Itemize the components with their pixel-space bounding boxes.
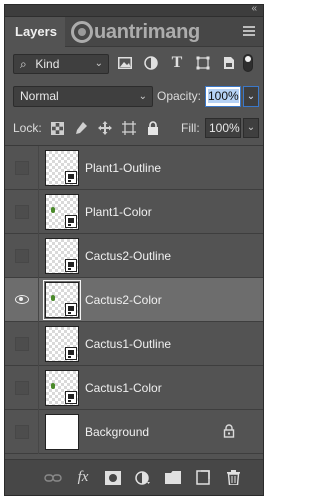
visibility-toggle[interactable]: [15, 425, 29, 439]
new-group-folder-icon[interactable]: [163, 468, 183, 488]
layer-row[interactable]: Background: [5, 410, 263, 454]
add-mask-icon[interactable]: [103, 468, 123, 488]
layer-row-selected[interactable]: Cactus2-Color: [5, 278, 263, 322]
layer-name[interactable]: Cactus2-Color: [85, 278, 162, 322]
lock-image-pixels-icon[interactable]: [71, 118, 91, 138]
lock-position-icon[interactable]: [95, 118, 115, 138]
lock-label: Lock:: [13, 121, 42, 135]
lock-transparent-pixels-icon[interactable]: [47, 118, 67, 138]
visibility-toggle[interactable]: [15, 337, 29, 351]
watermark-text: uantrimang: [94, 20, 200, 43]
blend-mode-select[interactable]: Normal ⌄: [13, 86, 153, 107]
layer-row[interactable]: Plant1-Outline: [5, 146, 263, 190]
layers-list: Plant1-Outline Plant1-Color Cactus2-Outl…: [5, 145, 263, 457]
watermark-q-icon: [71, 21, 93, 43]
layer-row[interactable]: Plant1-Color: [5, 190, 263, 234]
shape-layer-filter-icon[interactable]: [193, 53, 213, 73]
tab-layers[interactable]: Layers: [5, 17, 65, 47]
layer-name[interactable]: Cactus2-Outline: [85, 234, 171, 278]
layer-thumbnail[interactable]: [43, 280, 81, 320]
layer-thumbnail[interactable]: [45, 414, 79, 450]
smart-object-badge-icon: [65, 215, 77, 228]
layer-thumbnail[interactable]: [45, 326, 79, 362]
lock-row: Lock: Fill: 100% ⌄: [5, 113, 263, 145]
new-layer-icon[interactable]: [193, 468, 213, 488]
layer-thumbnail[interactable]: [45, 194, 79, 230]
blend-mode-value: Normal: [20, 89, 59, 103]
pixel-layer-filter-icon[interactable]: [115, 53, 135, 73]
panel-tab-row: Layers uantrimang: [5, 17, 263, 47]
visibility-toggle[interactable]: [15, 161, 29, 175]
adjustment-layer-filter-icon[interactable]: [141, 53, 161, 73]
smart-object-badge-icon: [65, 303, 77, 316]
blend-row: Normal ⌄ Opacity: 100% ⌄: [5, 81, 263, 113]
panel-menu-icon[interactable]: [243, 26, 255, 38]
delete-layer-icon[interactable]: [223, 468, 243, 488]
layer-row[interactable]: Cactus2-Outline: [5, 234, 263, 278]
search-icon: ⌕: [20, 57, 27, 71]
layers-panel: « Layers uantrimang ⌕ Kind ⌄ T Normal ⌄ …: [4, 3, 264, 496]
layer-row[interactable]: Cactus1-Outline: [5, 322, 263, 366]
lock-all-icon[interactable]: [143, 118, 163, 138]
filter-row: ⌕ Kind ⌄ T: [5, 47, 263, 81]
filter-toggle-switch[interactable]: [243, 54, 253, 72]
lock-artboard-icon[interactable]: [119, 118, 139, 138]
fill-slider-button[interactable]: ⌄: [243, 118, 259, 138]
layer-style-fx-button[interactable]: fx: [73, 468, 93, 488]
layer-name[interactable]: Plant1-Color: [85, 190, 152, 234]
smart-object-badge-icon: [65, 259, 77, 272]
chevron-down-icon: ⌄: [94, 58, 103, 69]
lock-icon: [223, 424, 237, 438]
collapse-panel-icon[interactable]: «: [251, 3, 257, 14]
kind-filter-select[interactable]: ⌕ Kind ⌄: [13, 54, 109, 74]
layer-thumbnail[interactable]: [45, 370, 79, 406]
layer-name[interactable]: Cactus1-Color: [85, 366, 162, 410]
panel-titlebar: «: [5, 3, 263, 17]
layers-bottom-toolbar: fx: [5, 459, 263, 495]
filter-icons: T: [115, 53, 239, 73]
type-layer-filter-icon[interactable]: T: [167, 53, 187, 73]
smart-object-filter-icon[interactable]: [219, 53, 239, 73]
visibility-toggle[interactable]: [15, 381, 29, 395]
layer-name[interactable]: Background: [85, 410, 149, 454]
watermark-logo: uantrimang: [71, 20, 200, 44]
opacity-value: 100%: [208, 89, 239, 103]
layer-name[interactable]: Cactus1-Outline: [85, 322, 171, 366]
opacity-slider-button[interactable]: ⌄: [243, 86, 259, 107]
opacity-label: Opacity:: [157, 89, 202, 103]
chevron-down-icon: ⌄: [138, 91, 147, 102]
kind-filter-label: Kind: [35, 57, 60, 71]
visibility-toggle[interactable]: [15, 205, 29, 219]
layer-thumbnail[interactable]: [45, 150, 79, 186]
fill-input[interactable]: 100%: [205, 118, 241, 138]
smart-object-badge-icon: [65, 171, 77, 184]
layer-name[interactable]: Plant1-Outline: [85, 146, 161, 190]
layer-thumbnail[interactable]: [45, 238, 79, 274]
new-adjustment-layer-icon[interactable]: [133, 468, 153, 488]
smart-object-badge-icon: [65, 391, 77, 404]
visibility-toggle[interactable]: [15, 293, 29, 307]
opacity-input[interactable]: 100%: [205, 86, 241, 107]
lock-icons: [47, 118, 163, 138]
fill-label: Fill:: [181, 121, 200, 135]
link-layers-icon[interactable]: [43, 468, 63, 488]
smart-object-badge-icon: [65, 347, 77, 360]
visibility-toggle[interactable]: [15, 249, 29, 263]
eye-icon: [15, 295, 29, 304]
layer-row[interactable]: Cactus1-Color: [5, 366, 263, 410]
